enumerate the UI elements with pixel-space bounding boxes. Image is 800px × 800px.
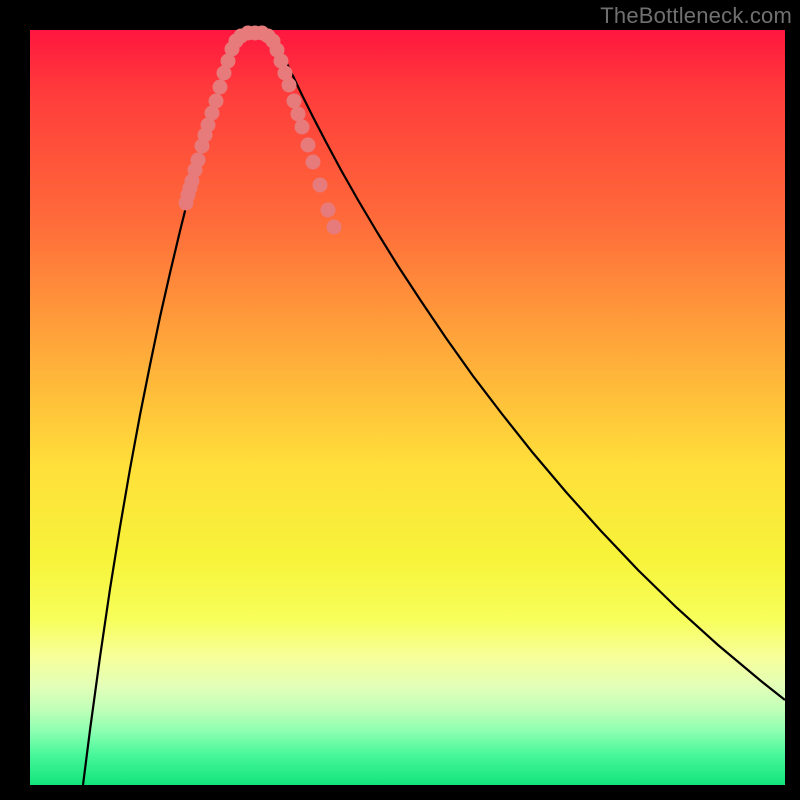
right-curve-path: [267, 33, 785, 700]
curve-group: [83, 33, 785, 785]
data-dot: [213, 80, 228, 95]
data-dot: [313, 178, 328, 193]
data-dot: [295, 120, 310, 135]
data-dot: [327, 220, 342, 235]
data-dot: [306, 155, 321, 170]
data-dot: [291, 107, 306, 122]
left-curve-path: [83, 33, 243, 785]
chart-svg: [30, 30, 785, 785]
data-dot: [301, 138, 316, 153]
data-dots-group: [179, 26, 342, 235]
chart-plot-area: [30, 30, 785, 785]
data-dot: [321, 203, 336, 218]
data-dot: [287, 94, 302, 109]
data-dot: [209, 94, 224, 109]
watermark-text: TheBottleneck.com: [600, 3, 792, 29]
data-dot: [191, 153, 206, 168]
data-dot: [282, 78, 297, 93]
